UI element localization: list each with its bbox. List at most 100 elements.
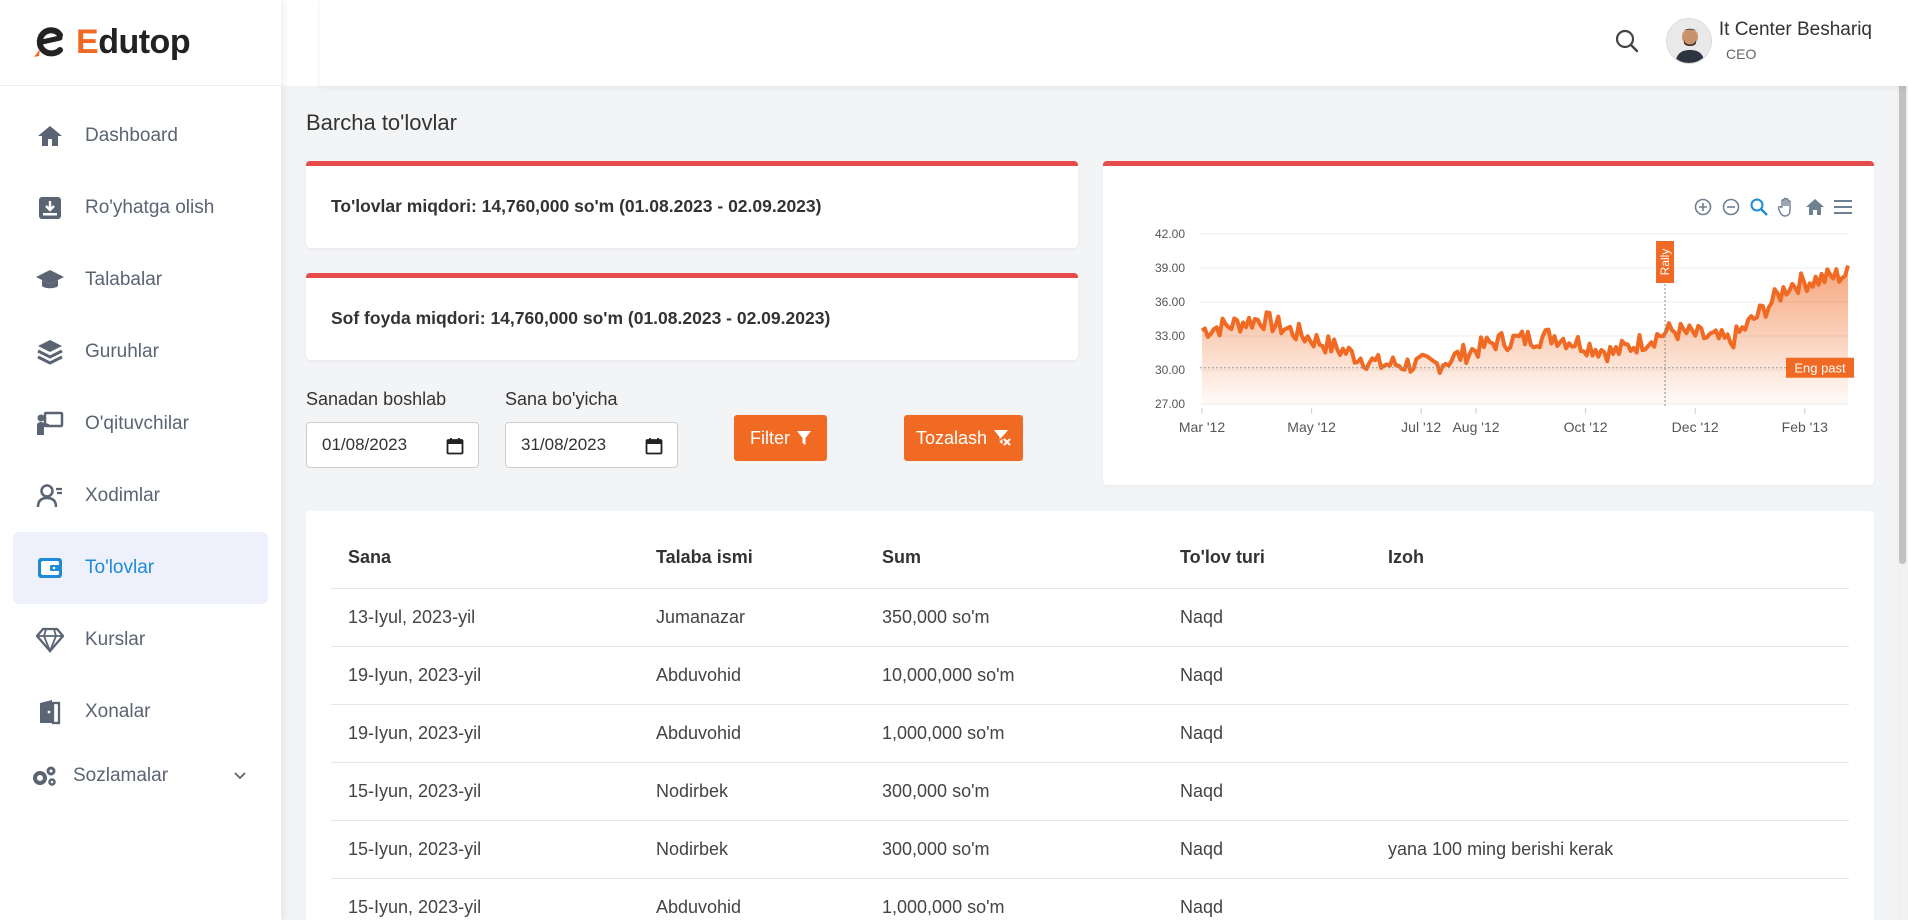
table-cell: Abduvohid (639, 878, 865, 920)
table-cell: 13-Iyul, 2023-yil (331, 588, 639, 647)
page-title: Barcha to'lovlar (306, 110, 457, 135)
table-cell: Jumanazar (639, 588, 865, 647)
home-icon (35, 121, 65, 151)
sidebar-item-groups[interactable]: Guruhlar (13, 316, 268, 388)
y-tick-label: 30.00 (1155, 363, 1185, 377)
clear-filter-icon (994, 430, 1011, 446)
table-cell: Naqd (1163, 878, 1371, 920)
table-cell: 15-Iyun, 2023-yil (331, 878, 639, 920)
table-cell: 15-Iyun, 2023-yil (331, 820, 639, 879)
x-tick-label: Aug '12 (1452, 419, 1499, 435)
to-date-value: 31/08/2023 (521, 435, 607, 454)
table-cell: 1,000,000 so'm (865, 704, 1163, 763)
payments-table-card: Sana Talaba ismi Sum To'lov turi Izoh 13… (306, 511, 1874, 920)
calendar-icon[interactable] (645, 437, 663, 460)
table-cell: Naqd (1163, 588, 1371, 647)
profit-stat-card: Sof foyda miqdori: 14,760,000 so'm (01.0… (306, 273, 1078, 360)
chevron-down-icon (234, 767, 246, 785)
table-row[interactable]: 19-Iyun, 2023-yil Abduvohid 1,000,000 so'm… (331, 704, 1849, 763)
wallet-icon (35, 553, 65, 583)
table-cell: Nodirbek (639, 820, 865, 879)
column-header-note[interactable]: Izoh (1371, 528, 1849, 589)
y-tick-label: 33.00 (1155, 329, 1185, 343)
x-tick-label: Jul '12 (1401, 419, 1441, 435)
clear-button-label: Tozalash (915, 427, 988, 448)
to-date-label: Sana bo'yicha (505, 389, 618, 409)
sidebar-item-teachers[interactable]: O'qituvchilar (13, 388, 268, 460)
table-cell: 19-Iyun, 2023-yil (331, 704, 639, 763)
y-tick-label: 39.00 (1155, 261, 1185, 275)
sidebar-item-rooms[interactable]: Xonalar (13, 676, 268, 748)
from-date-input[interactable]: 01/08/2023 (306, 422, 479, 468)
table-row[interactable]: 15-Iyun, 2023-yil Nodirbek 300,000 so'm Naq… (331, 820, 1849, 879)
sidebar-item-courses[interactable]: Kurslar (13, 604, 268, 676)
payments-total-text: To'lovlar miqdori: 14,760,000 so'm (01.0… (331, 196, 822, 216)
sidebar-item-label: Ro'yhatga olish (85, 197, 215, 218)
table-row[interactable]: 15-Iyun, 2023-yil Nodirbek 300,000 so'm Naq… (331, 762, 1849, 821)
table-cell: 19-Iyun, 2023-yil (331, 646, 639, 705)
x-tick-label: Dec '12 (1672, 419, 1719, 435)
search-icon[interactable] (1614, 28, 1644, 58)
gem-icon (35, 625, 65, 655)
sidebar-item-label: Xonalar (85, 701, 151, 722)
teacher-icon (35, 409, 65, 439)
table-cell: 300,000 so'm (865, 762, 1163, 821)
column-header-student[interactable]: Talaba ismi (639, 528, 865, 589)
topbar-spacer (281, 0, 321, 86)
table-row[interactable]: 19-Iyun, 2023-yil Abduvohid 10,000,000 so'… (331, 646, 1849, 705)
y-tick-label: 27.00 (1155, 397, 1185, 411)
x-tick-label: May '12 (1287, 419, 1336, 435)
column-header-payment-type[interactable]: To'lov turi (1163, 528, 1371, 589)
to-date-input[interactable]: 31/08/2023 (505, 422, 678, 468)
y-tick-label: 36.00 (1155, 295, 1185, 309)
sidebar-item-label: Talabalar (85, 269, 163, 290)
page-scrollbar[interactable] (1897, 0, 1908, 920)
calendar-icon[interactable] (446, 437, 464, 460)
sidebar-item-registration[interactable]: Ro'yhatga olish (13, 172, 268, 244)
table-cell (1371, 704, 1849, 763)
vertical-annotation-label: Rally (1658, 249, 1672, 276)
filter-button-label: Filter (750, 427, 790, 448)
sidebar-item-dashboard[interactable]: Dashboard (13, 100, 268, 172)
table-row[interactable]: 13-Iyul, 2023-yil Jumanazar 350,000 so'm Na… (331, 588, 1849, 647)
sidebar-item-settings[interactable]: Sozlamalar (13, 748, 268, 804)
user-role: CEO (1726, 46, 1757, 62)
table-cell (1371, 762, 1849, 821)
filter-button[interactable]: Filter (734, 415, 827, 461)
table-cell: Naqd (1163, 704, 1371, 763)
table-cell: 300,000 so'm (865, 820, 1163, 879)
table-row[interactable]: 15-Iyun, 2023-yil Abduvohid 1,000,000 so'm… (331, 878, 1849, 920)
sidebar-item-payments[interactable]: To'lovlar (13, 532, 268, 604)
profit-total-text: Sof foyda miqdori: 14,760,000 so'm (01.0… (331, 308, 831, 328)
table-cell: 15-Iyun, 2023-yil (331, 762, 639, 821)
horizontal-annotation-label: Eng past (1794, 361, 1846, 376)
scrollbar-thumb[interactable] (1899, 4, 1906, 564)
layers-icon (35, 337, 65, 367)
x-tick-label: Feb '13 (1782, 419, 1828, 435)
table-cell: Naqd (1163, 646, 1371, 705)
logo[interactable]: Edutop (0, 0, 281, 86)
table-cell (1371, 646, 1849, 705)
gears-icon (29, 761, 59, 791)
x-tick-label: Mar '12 (1179, 419, 1225, 435)
column-header-sum[interactable]: Sum (865, 528, 1163, 589)
table-cell: Nodirbek (639, 762, 865, 821)
user-icon (35, 481, 65, 511)
sidebar: Edutop Dashboard Ro'yhatga olish Talabal… (0, 0, 281, 920)
logo-text: Edutop (76, 23, 191, 61)
chart-plot: Eng past Rally 42.00 39.00 36.00 33.00 30.00 2… (1155, 227, 1854, 435)
clear-button[interactable]: Tozalash (904, 415, 1023, 461)
table-cell: Naqd (1163, 820, 1371, 879)
sidebar-item-label: O'qituvchilar (85, 413, 189, 434)
column-header-date[interactable]: Sana (331, 528, 639, 589)
table-cell: Abduvohid (639, 646, 865, 705)
avatar[interactable] (1666, 18, 1712, 64)
table-cell: 1,000,000 so'm (865, 878, 1163, 920)
sidebar-item-staff[interactable]: Xodimlar (13, 460, 268, 532)
y-tick-label: 42.00 (1155, 227, 1185, 241)
sidebar-item-students[interactable]: Talabalar (13, 244, 268, 316)
table-cell: Naqd (1163, 762, 1371, 821)
from-date-value: 01/08/2023 (322, 435, 408, 454)
sidebar-item-label: Sozlamalar (73, 765, 169, 786)
payments-stat-card: To'lovlar miqdori: 14,760,000 so'm (01.0… (306, 161, 1078, 248)
